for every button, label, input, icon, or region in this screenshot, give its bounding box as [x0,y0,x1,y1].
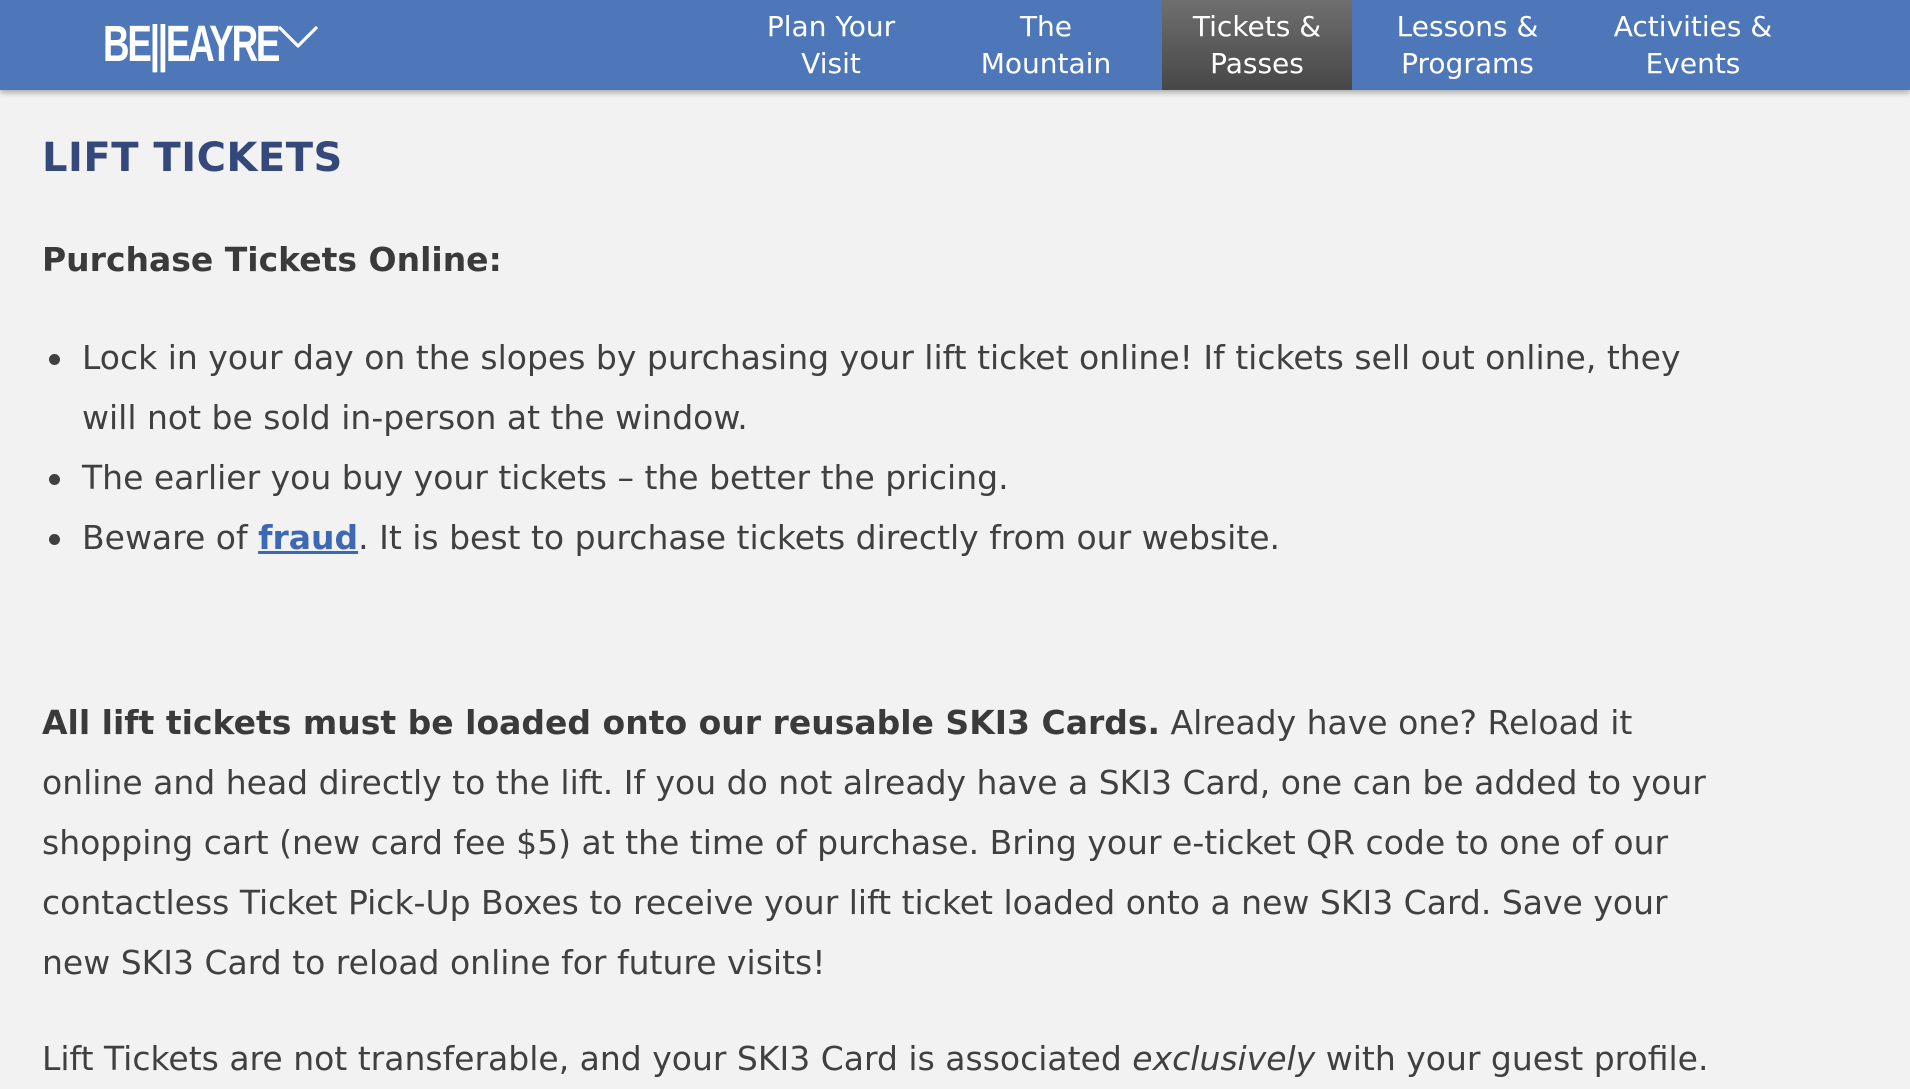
list-item: Lock in your day on the slopes by purcha… [42,328,1722,448]
nav-label-line1: Plan Your [766,10,896,43]
list-item: The earlier you buy your tickets – the b… [42,448,1722,508]
fraud-link[interactable]: fraud [258,518,358,557]
nav-label-line2: Visit [801,47,861,80]
nav-the-mountain[interactable]: The Mountain [960,0,1132,90]
purchase-info-list: Lock in your day on the slopes by purcha… [42,328,1722,568]
nav-label-line2: Events [1645,47,1741,80]
nav-tickets-passes[interactable]: Tickets & Passes [1162,0,1352,90]
purchase-online-heading: Purchase Tickets Online: [42,240,502,279]
belleayre-logo[interactable]: BE||EAYRE [103,8,280,78]
page-title: LIFT TICKETS [42,135,343,181]
nav-plan-your-visit[interactable]: Plan Your Visit [742,0,920,90]
ski3-card-requirement: All lift tickets must be loaded onto our… [42,703,1161,742]
nav-label-line2: Programs [1401,47,1534,80]
nav-label-line1: Activities & [1613,10,1773,43]
nav-label-line1: The [1019,10,1073,43]
nav-label-line2: Mountain [980,47,1112,80]
ski3-card-paragraph: All lift tickets must be loaded onto our… [42,693,1742,993]
nav-activities-events[interactable]: Activities & Events [1590,0,1796,90]
transfer-text-before: Lift Tickets are not transferable, and y… [42,1039,1133,1078]
site-header: BE||EAYRE Plan Your Visit The Mountain T… [0,0,1910,90]
transfer-policy-paragraph: Lift Tickets are not transferable, and y… [42,1029,1742,1089]
nav-label-line2: Passes [1210,47,1304,80]
nav-label-line1: Lessons & [1396,10,1539,43]
transfer-text-emphasis: exclusively [1132,1039,1316,1078]
transfer-text-after: with your guest profile. [1315,1039,1709,1078]
fraud-text-before: Beware of [82,518,259,557]
fraud-text-after: . It is best to purchase tickets directl… [358,518,1280,557]
list-item: Beware of fraud. It is best to purchase … [42,508,1722,568]
nav-lessons-programs[interactable]: Lessons & Programs [1376,0,1559,90]
chevron-down-icon[interactable] [276,22,320,52]
nav-label-line1: Tickets & [1192,10,1322,43]
ski3-card-details: Already have one? Reload it online and h… [42,703,1706,982]
